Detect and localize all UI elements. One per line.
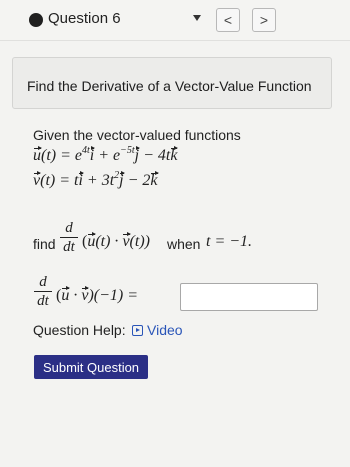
unit-vector-k: k xyxy=(170,146,179,164)
problem-title: Find the Derivative of a Vector-Value Fu… xyxy=(27,78,312,94)
play-video-icon[interactable] xyxy=(132,324,143,336)
derivative-operator: d dt xyxy=(60,220,78,255)
answer-expression: (u · v)(−1) = xyxy=(56,286,139,304)
video-help-link[interactable]: Video xyxy=(132,320,183,340)
derivative-operator: d dt xyxy=(34,274,52,309)
answer-input[interactable] xyxy=(180,283,318,311)
unit-vector-j: j xyxy=(119,171,126,189)
problem-prompt: Given the vector-valued functions xyxy=(33,127,241,143)
question-status-dot xyxy=(29,13,43,27)
question-selector[interactable]: Question 6 xyxy=(48,10,121,27)
unit-vector-i: i xyxy=(78,171,85,189)
when-condition: t = −1. xyxy=(206,233,253,250)
chevron-down-icon[interactable] xyxy=(193,15,201,21)
vector-v-symbol: v xyxy=(33,171,42,189)
unit-vector-j: j xyxy=(134,146,141,164)
when-label: when xyxy=(167,236,201,252)
unit-vector-i: i xyxy=(89,146,96,164)
equation-v: v(t) = ti + 3t2j − 2k xyxy=(33,170,159,189)
unit-vector-k: k xyxy=(150,171,159,189)
question-help-label: Question Help: xyxy=(33,322,126,338)
vector-u-symbol: u xyxy=(33,146,42,164)
title-card: Find the Derivative of a Vector-Value Fu… xyxy=(12,57,332,109)
equation-u: u(t) = e4ti + e−5tj − 4tk xyxy=(33,145,179,164)
vector-u-symbol: u xyxy=(87,232,97,250)
find-expression: (u(t) · v(t)) xyxy=(82,232,150,250)
vector-v-symbol: v xyxy=(122,232,131,250)
question-header: Question 6 < > xyxy=(0,0,350,41)
vector-u-symbol: u xyxy=(61,286,71,304)
submit-question-button[interactable]: Submit Question xyxy=(34,355,148,379)
vector-v-symbol: v xyxy=(81,286,90,304)
find-label: find xyxy=(33,236,56,252)
video-link-label[interactable]: Video xyxy=(147,322,183,338)
previous-question-button[interactable]: < xyxy=(216,8,240,32)
next-question-button[interactable]: > xyxy=(252,8,276,32)
